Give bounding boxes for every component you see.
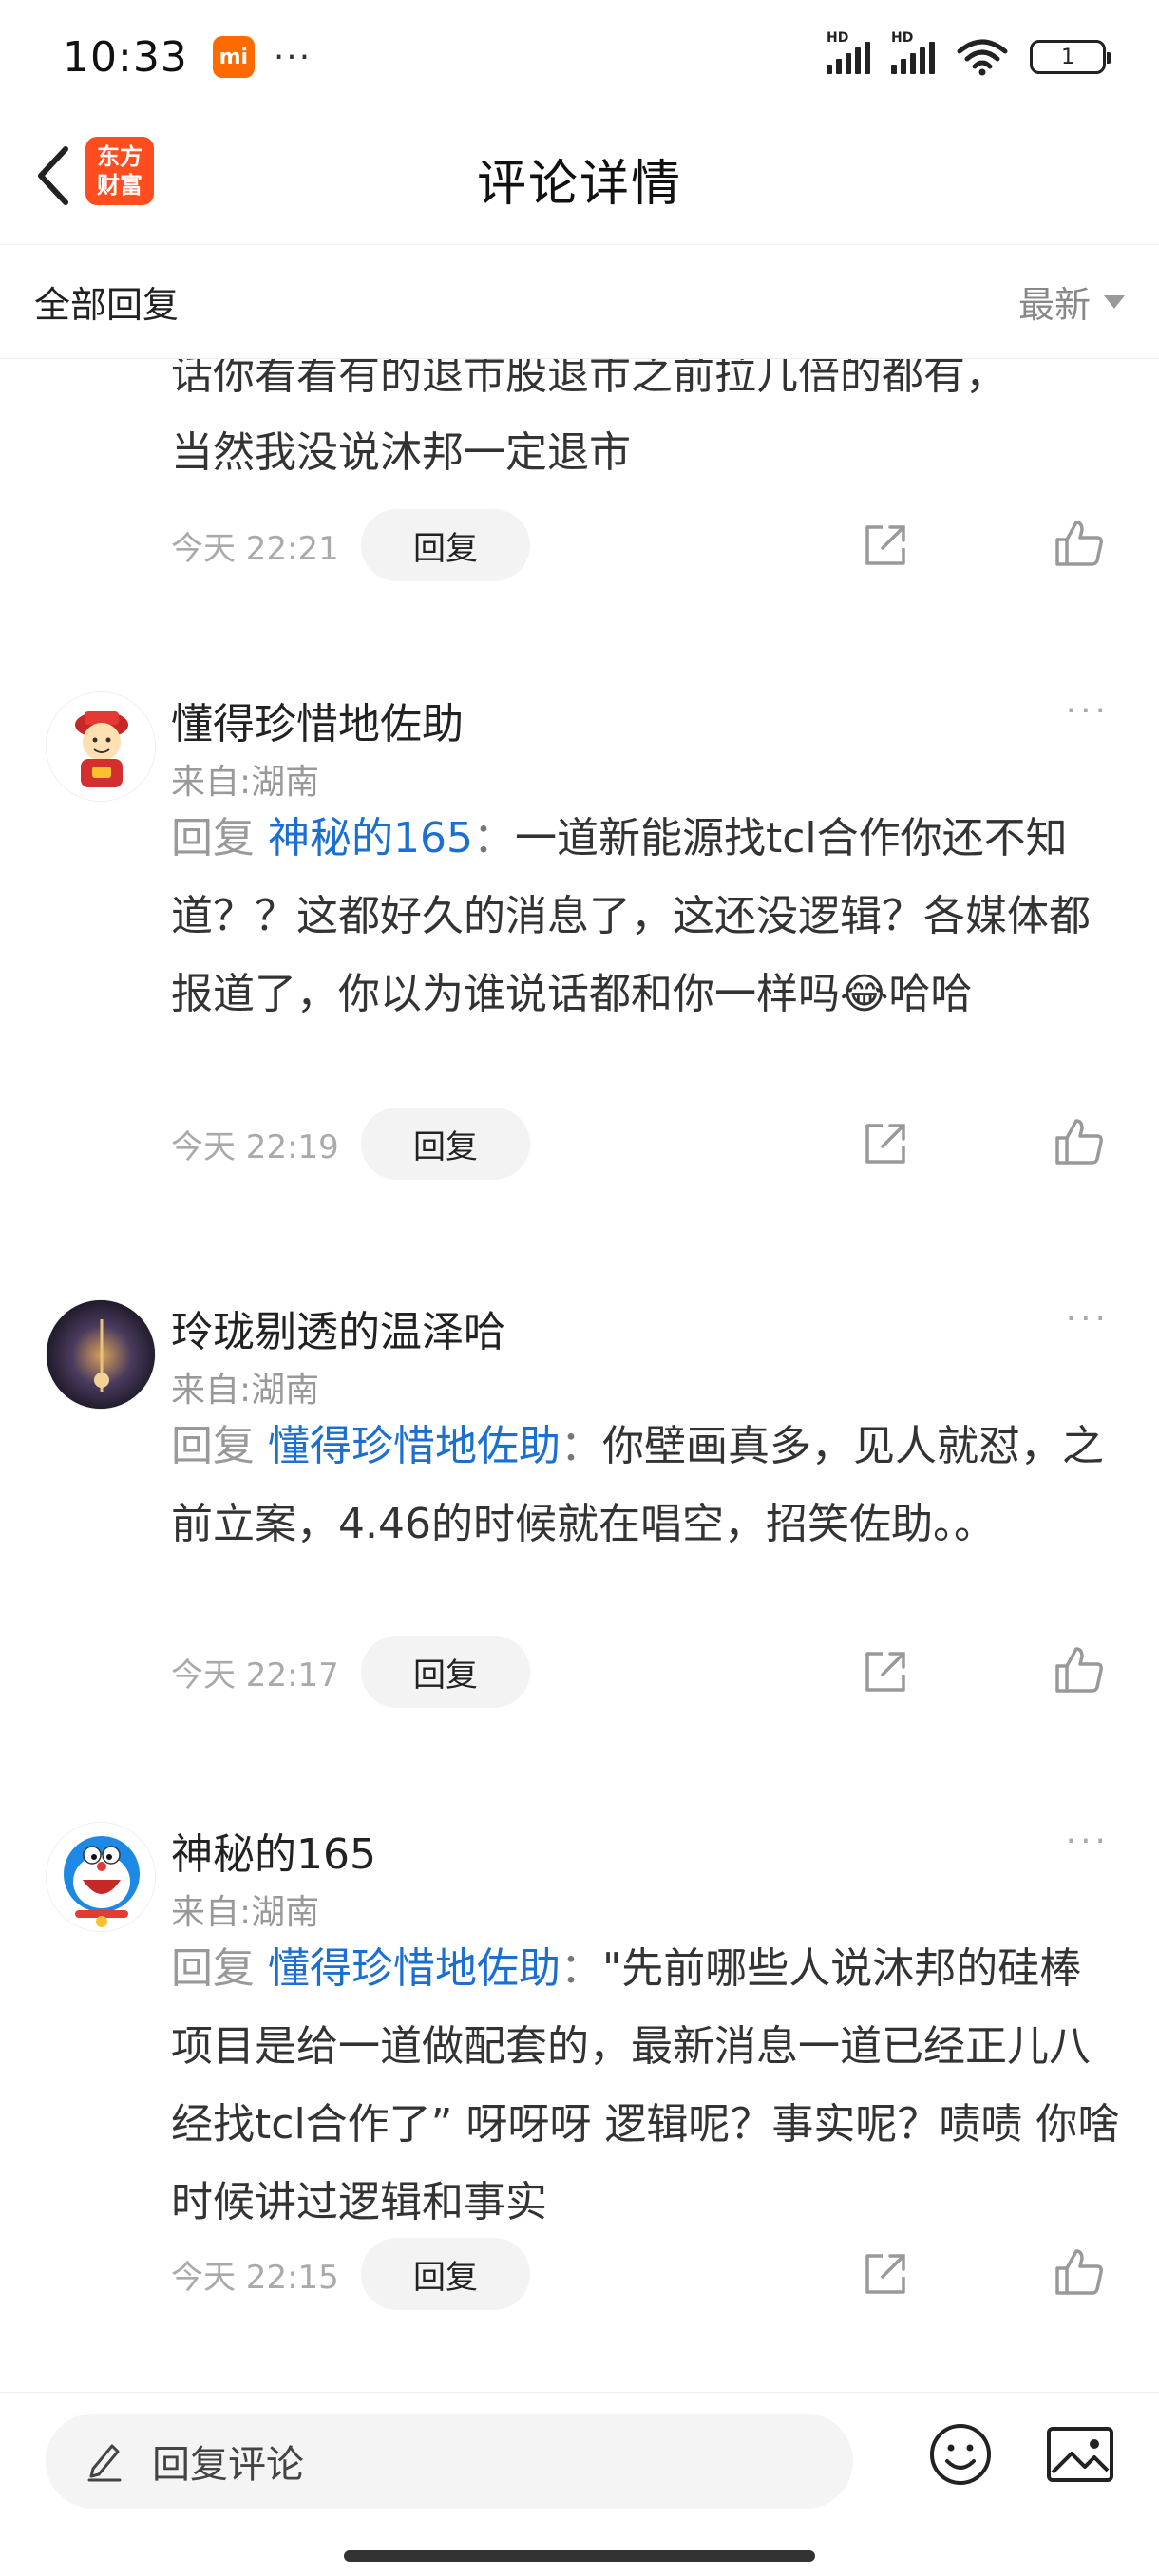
share-button[interactable] <box>859 2247 912 2301</box>
like-button[interactable] <box>1053 2245 1106 2299</box>
like-thumb-icon <box>1055 1119 1103 1165</box>
comment-meta: 今天 22:21 回复 <box>171 509 530 581</box>
signal-icon: HD <box>826 30 870 74</box>
comment-meta: 今天 22:17 回复 <box>171 1636 530 1708</box>
nav-bar: 东方 财富 评论详情 <box>0 114 1159 245</box>
dropdown-triangle-icon <box>1104 294 1125 309</box>
share-icon <box>865 1124 905 1164</box>
share-button[interactable] <box>859 1645 912 1698</box>
comment-text: 话你看看有的退市股退市之前拉几倍的都有， 当然我没说沐邦一定退市 <box>171 359 1007 477</box>
reply-button[interactable]: 回复 <box>361 1108 530 1180</box>
mention-link[interactable]: 懂得珍惜地佐助 <box>268 1422 560 1470</box>
all-replies-label: 全部回复 <box>34 284 180 326</box>
back-button[interactable] <box>19 142 86 209</box>
comment-meta: 今天 22:15 回复 <box>171 2238 530 2310</box>
comment-time: 今天 22:17 <box>171 1656 339 1695</box>
username[interactable]: 懂得珍惜地佐助 <box>171 690 464 750</box>
comment-text: 回复 懂得珍惜地佐助：你壁画真多，见人就怼，之前立案，4.46的时候就在唱空，招… <box>171 1422 1104 1548</box>
mi-app-icon: mi <box>212 36 255 78</box>
like-thumb-icon <box>1055 1647 1103 1693</box>
comment-item: 玲珑剔透的温泽哈 来自:湖南 ··· 回复 懂得珍惜地佐助：你壁画真多，见人就怼… <box>0 1271 1159 1793</box>
comment-item: 神秘的165 来自:湖南 ··· 回复 懂得珍惜地佐助："先前哪些人说沐邦的硅棒… <box>0 1793 1159 2392</box>
comment-item: 话你看看有的退市股退市之前拉几倍的都有， 当然我没说沐邦一定退市 今天 22:2… <box>0 359 1159 663</box>
more-options-button[interactable]: ··· <box>1066 691 1110 730</box>
avatar-image <box>47 1300 155 1409</box>
image-icon <box>1047 2427 1113 2482</box>
comment-time: 今天 22:19 <box>171 1127 339 1166</box>
more-options-button[interactable]: ··· <box>1066 1299 1110 1338</box>
comment-time: 今天 22:15 <box>171 2258 339 2297</box>
reply-button[interactable]: 回复 <box>361 2238 530 2310</box>
username[interactable]: 玲珑剔透的温泽哈 <box>171 1297 505 1358</box>
like-button[interactable] <box>1053 1115 1106 1168</box>
comment-text: 回复 神秘的165：一道新能源找tcl合作你还不知道？？这都好久的消息了，这还没… <box>171 814 1091 1018</box>
reply-button[interactable]: 回复 <box>361 509 530 581</box>
laugh-emoji-icon: 😂 <box>840 970 889 1018</box>
comment-feed[interactable]: 话你看看有的退市股退市之前拉几倍的都有， 当然我没说沐邦一定退市 今天 22:2… <box>0 359 1159 2392</box>
comment-text: 回复 懂得珍惜地佐助："先前哪些人说沐邦的硅棒项目是给一道做配套的，最新消息一道… <box>171 1944 1120 2226</box>
reply-input-placeholder: 回复评论 <box>152 2443 304 2487</box>
user-location: 来自:湖南 <box>171 1893 320 1932</box>
brand-logo: 东方 财富 <box>86 137 154 205</box>
page-title: 评论详情 <box>476 156 682 213</box>
like-thumb-icon <box>1055 521 1103 566</box>
like-button[interactable] <box>1053 1643 1106 1696</box>
wifi-icon <box>957 39 1008 76</box>
share-button[interactable] <box>859 519 912 572</box>
user-avatar[interactable] <box>46 1822 156 1932</box>
share-button[interactable] <box>859 1117 912 1170</box>
user-location: 来自:湖南 <box>171 763 320 802</box>
username[interactable]: 神秘的165 <box>171 1820 376 1881</box>
share-icon <box>865 1652 905 1692</box>
comment-time: 今天 22:21 <box>171 529 339 568</box>
sort-dropdown[interactable]: 最新 <box>1018 275 1125 328</box>
status-bar: 10:33 mi ··· HD HD 1 <box>0 0 1159 114</box>
more-options-button[interactable]: ··· <box>1066 1822 1110 1861</box>
user-location: 来自:湖南 <box>171 1371 320 1410</box>
emoji-icon <box>930 2424 991 2485</box>
battery-icon: 1 <box>1030 40 1112 74</box>
like-thumb-icon <box>1055 2249 1103 2295</box>
bottom-bar: 回复评论 <box>0 2392 1159 2576</box>
signal-icon-2: HD <box>891 30 935 74</box>
pencil-icon <box>87 2444 122 2482</box>
reply-input[interactable]: 回复评论 <box>46 2414 853 2509</box>
reply-button[interactable]: 回复 <box>361 1636 530 1708</box>
image-button[interactable] <box>1045 2421 1115 2488</box>
status-time: 10:33 <box>63 32 188 82</box>
emoji-button[interactable] <box>927 2421 994 2488</box>
like-button[interactable] <box>1053 517 1106 570</box>
notification-more-icon: ··· <box>273 37 313 77</box>
back-arrow-icon <box>38 146 68 205</box>
filter-bar: 全部回复 最新 <box>0 245 1159 359</box>
home-indicator[interactable] <box>344 2550 815 2562</box>
comment-meta: 今天 22:19 回复 <box>171 1108 530 1180</box>
avatar-image <box>47 1823 155 1931</box>
share-icon <box>865 2254 905 2294</box>
user-avatar[interactable] <box>46 1299 156 1410</box>
comment-item: 懂得珍惜地佐助 来自:湖南 ··· 回复 神秘的165：一道新能源找tcl合作你… <box>0 663 1159 1271</box>
user-avatar[interactable] <box>46 691 156 802</box>
sort-value: 最新 <box>1017 284 1091 326</box>
share-icon <box>865 525 905 565</box>
avatar-image <box>47 692 155 801</box>
mention-link[interactable]: 懂得珍惜地佐助 <box>268 1944 560 1993</box>
mention-link[interactable]: 神秘的165 <box>268 814 473 862</box>
